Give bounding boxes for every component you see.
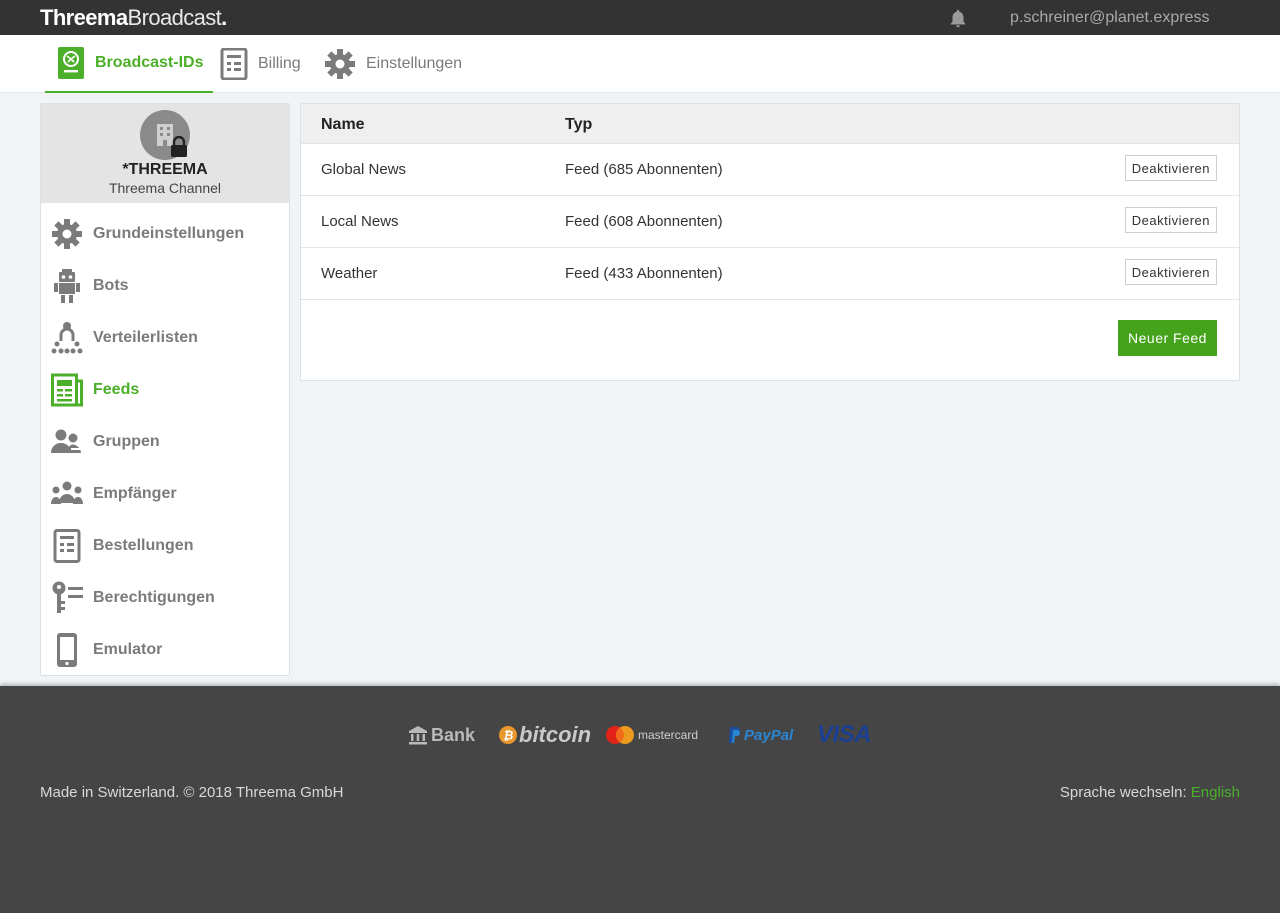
new-feed-button[interactable]: Neuer Feed (1118, 320, 1217, 356)
paypal-icon (729, 727, 740, 743)
main-tab-bar: Broadcast-IDs Billing Einstellungen (0, 35, 1280, 93)
sidebar-item-bots[interactable]: Bots (41, 260, 289, 312)
sidebar-item-bestellungen[interactable]: Bestellungen (41, 520, 289, 572)
broadcast-id-icon (58, 47, 84, 79)
feed-type: Feed (685 Abonnenten) (565, 161, 723, 178)
feeds-table: Name Typ Global News Feed (685 Abonnente… (300, 103, 1240, 381)
deactivate-button[interactable]: Deaktivieren (1124, 259, 1217, 285)
feed-name: Global News (321, 161, 407, 178)
sidebar-item-berechtigungen[interactable]: Berechtigungen (41, 572, 289, 624)
bell-icon[interactable] (947, 8, 969, 30)
payment-paypal: PayPal (727, 722, 793, 748)
table-row: Global News Feed (685 Abonnenten) Deakti… (301, 144, 1239, 196)
bank-icon (409, 726, 427, 745)
sidebar-item-feeds[interactable]: Feeds (41, 364, 289, 416)
phone-icon (57, 633, 77, 667)
column-header-name: Name (321, 116, 365, 133)
lock-icon (171, 136, 187, 157)
footer: Bank ₿ bitcoin mastercard PayPal VISA Ma… (0, 686, 1280, 913)
robot-icon (54, 269, 80, 303)
distribution-list-icon (51, 322, 83, 354)
feed-icon (51, 373, 83, 407)
payment-bank: Bank (408, 722, 475, 748)
table-row: Local News Feed (608 Abonnenten) Deaktiv… (301, 196, 1239, 248)
channel-name: *THREEMA (122, 161, 208, 178)
gear-icon (325, 49, 355, 79)
sidebar-item-verteilerlisten[interactable]: Verteilerlisten (41, 312, 289, 364)
tab-billing[interactable]: Billing (220, 35, 301, 93)
sidebar-item-grundeinstellungen[interactable]: Grundeinstellungen (41, 208, 289, 260)
top-bar: ThreemaBroadcast. p.schreiner@planet.exp… (0, 0, 1280, 35)
billing-icon (220, 48, 248, 80)
bitcoin-icon: ₿ (499, 726, 517, 744)
svg-text:₿: ₿ (503, 729, 514, 743)
sidebar: *THREEMA Threema Channel Grundeinstellun… (40, 103, 290, 676)
channel-profile: *THREEMA Threema Channel (41, 104, 289, 203)
table-header: Name Typ (301, 104, 1239, 144)
table-row: Weather Feed (433 Abonnenten) Deaktivier… (301, 248, 1239, 300)
recipients-icon (51, 481, 83, 504)
feed-name: Local News (321, 213, 399, 230)
tab-einstellungen[interactable]: Einstellungen (324, 35, 462, 93)
feed-type: Feed (608 Abonnenten) (565, 213, 723, 230)
sidebar-item-gruppen[interactable]: Gruppen (41, 416, 289, 468)
orders-icon (53, 529, 81, 563)
language-switcher: Sprache wechseln: English (1059, 784, 1240, 801)
tab-broadcast-ids[interactable]: Broadcast-IDs (45, 35, 214, 93)
feed-type: Feed (433 Abonnenten) (565, 265, 723, 282)
payment-visa: VISA (817, 721, 872, 748)
copyright-text: Made in Switzerland. © 2018 Threema GmbH (40, 784, 344, 801)
deactivate-button[interactable]: Deaktivieren (1124, 207, 1217, 233)
mastercard-icon (606, 726, 634, 744)
app-logo[interactable]: ThreemaBroadcast. (40, 6, 227, 30)
feed-name: Weather (321, 265, 378, 282)
key-icon (52, 581, 83, 613)
deactivate-button[interactable]: Deaktivieren (1124, 155, 1217, 181)
channel-type: Threema Channel (108, 180, 222, 196)
gear-icon (52, 219, 82, 249)
language-link-english[interactable]: English (1191, 784, 1240, 801)
group-icon (51, 429, 81, 453)
user-email[interactable]: p.schreiner@planet.express (1010, 9, 1209, 27)
payment-bitcoin: ₿ bitcoin (499, 722, 591, 748)
payment-mastercard: mastercard (605, 722, 698, 748)
sidebar-item-empfaenger[interactable]: Empfänger (41, 468, 289, 520)
sidebar-item-emulator[interactable]: Emulator (41, 624, 289, 676)
column-header-type: Typ (565, 116, 593, 133)
